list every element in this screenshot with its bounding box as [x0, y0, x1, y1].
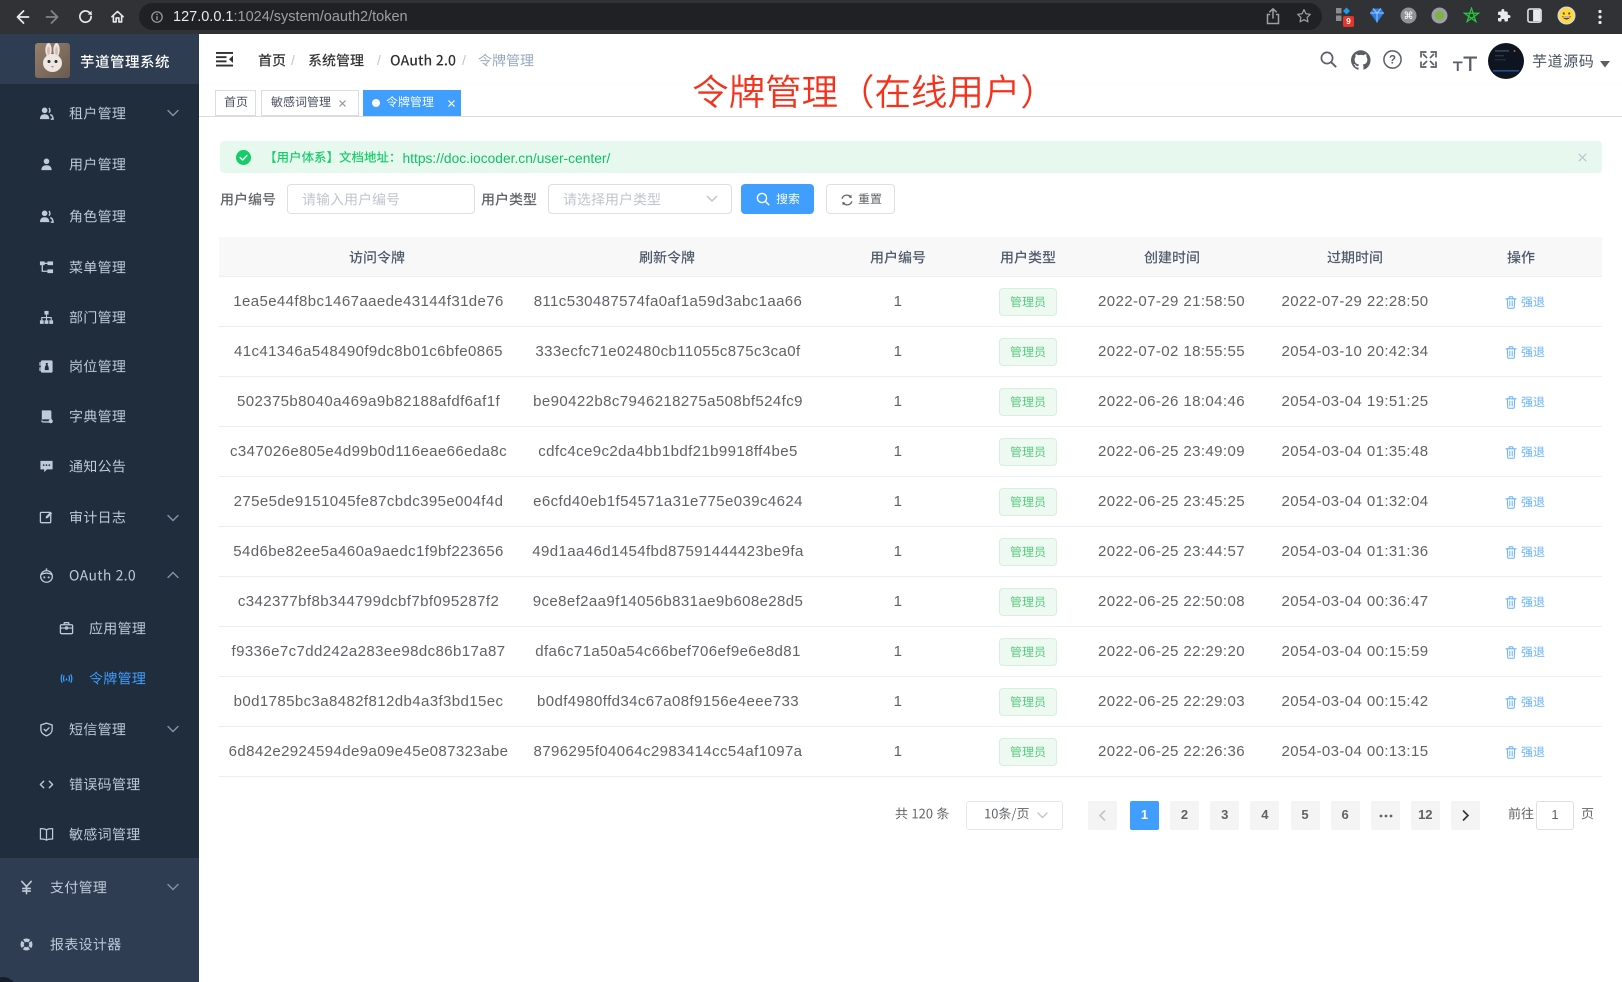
svg-text:⌘: ⌘: [1404, 11, 1414, 22]
svg-text:?: ?: [1389, 54, 1396, 66]
